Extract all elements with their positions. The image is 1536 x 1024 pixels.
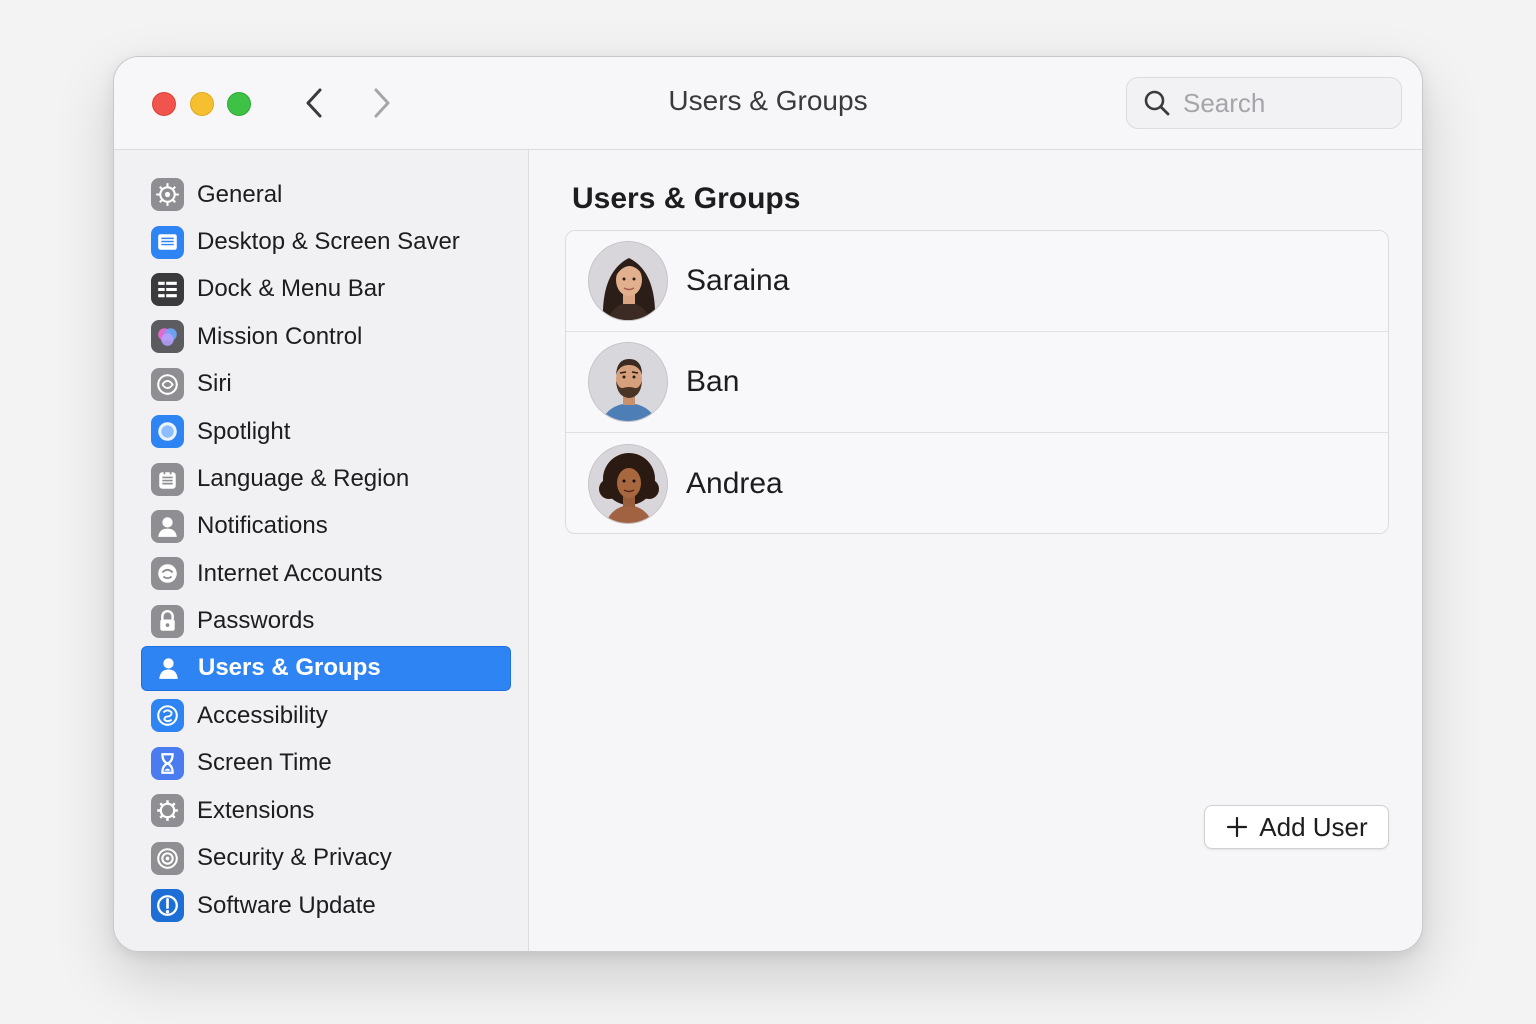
sidebar-item-label: Notifications bbox=[197, 512, 328, 540]
dock-icon bbox=[151, 272, 184, 306]
lock-icon bbox=[151, 604, 184, 638]
sidebar-item-software-update[interactable]: Software Update bbox=[141, 882, 511, 929]
plus-icon bbox=[1225, 815, 1249, 839]
notifications-icon bbox=[151, 509, 184, 543]
section-title: Users & Groups bbox=[572, 182, 801, 215]
sidebar-item-extensions[interactable]: Extensions bbox=[141, 787, 511, 834]
sidebar-item-label: Security & Privacy bbox=[197, 844, 392, 872]
sidebar-item-users-and-groups[interactable]: Users & Groups bbox=[141, 645, 511, 691]
sidebar-item-dock-and-menu-bar[interactable]: Dock & Menu Bar bbox=[141, 266, 511, 313]
sidebar-item-desktop-and-screen-saver[interactable]: Desktop & Screen Saver bbox=[141, 218, 511, 265]
sidebar-item-language-and-region[interactable]: Language & Region bbox=[141, 455, 511, 502]
avatar bbox=[588, 342, 668, 422]
gear-icon bbox=[151, 178, 184, 212]
sidebar-item-passwords[interactable]: Passwords bbox=[141, 598, 511, 645]
users-list: Saraina Ban Andrea bbox=[565, 230, 1389, 534]
sidebar-item-label: Language & Region bbox=[197, 465, 410, 493]
user-name: Saraina bbox=[686, 264, 790, 297]
settings-window: Users & Groups General Desktop & Screen S… bbox=[113, 56, 1423, 952]
shield-icon bbox=[151, 841, 184, 875]
avatar bbox=[588, 443, 668, 524]
language-icon bbox=[151, 462, 184, 496]
user-name: Ban bbox=[686, 365, 740, 398]
desktop-icon bbox=[151, 225, 184, 259]
user-row[interactable]: Andrea bbox=[566, 433, 1388, 533]
sidebar-item-label: General bbox=[197, 180, 283, 208]
avatar bbox=[588, 241, 668, 321]
sidebar-item-label: Desktop & Screen Saver bbox=[197, 228, 460, 256]
sidebar: General Desktop & Screen Saver Dock & Menu… bbox=[114, 150, 529, 951]
sidebar-item-label: Software Update bbox=[197, 891, 376, 919]
avatar-woman-curly-icon bbox=[589, 444, 667, 523]
avatar-woman-icon bbox=[589, 242, 667, 320]
sidebar-item-spotlight[interactable]: Spotlight bbox=[141, 408, 511, 455]
sidebar-item-siri[interactable]: Siri bbox=[141, 361, 511, 408]
main-content: Users & Groups Saraina Ban Andrea Add Us… bbox=[530, 150, 1422, 951]
search-input[interactable] bbox=[1183, 87, 1383, 119]
siri-icon bbox=[151, 367, 184, 401]
sidebar-item-label: Dock & Menu Bar bbox=[197, 275, 386, 303]
avatar-man-icon bbox=[589, 343, 667, 421]
sidebar-item-screen-time[interactable]: Screen Time bbox=[141, 740, 511, 787]
sidebar-item-label: Extensions bbox=[197, 796, 315, 824]
user-row[interactable]: Ban bbox=[566, 332, 1388, 433]
sidebar-item-internet-accounts[interactable]: Internet Accounts bbox=[141, 550, 511, 597]
user-name: Andrea bbox=[686, 466, 783, 500]
sidebar-item-label: Spotlight bbox=[197, 417, 291, 445]
internet-accounts-icon bbox=[151, 557, 184, 591]
search-icon bbox=[1143, 89, 1171, 117]
update-icon bbox=[151, 889, 184, 923]
sidebar-list: General Desktop & Screen Saver Dock & Menu… bbox=[141, 171, 511, 929]
mission-control-icon bbox=[151, 320, 184, 354]
add-user-button[interactable]: Add User bbox=[1204, 805, 1389, 849]
title-bar: Users & Groups bbox=[114, 57, 1422, 150]
sidebar-item-accessibility[interactable]: Accessibility bbox=[141, 692, 511, 739]
sidebar-item-label: Siri bbox=[197, 370, 232, 398]
sidebar-item-label: Passwords bbox=[197, 607, 315, 635]
spotlight-icon bbox=[151, 415, 184, 449]
sidebar-item-notifications[interactable]: Notifications bbox=[141, 503, 511, 550]
puzzle-gear-icon bbox=[151, 794, 184, 828]
user-icon bbox=[152, 652, 185, 685]
sidebar-item-general[interactable]: General bbox=[141, 171, 511, 218]
user-row[interactable]: Saraina bbox=[566, 231, 1388, 332]
add-user-label: Add User bbox=[1259, 811, 1368, 842]
sidebar-item-label: Screen Time bbox=[197, 749, 332, 777]
sidebar-item-mission-control[interactable]: Mission Control bbox=[141, 313, 511, 360]
sidebar-item-label: Accessibility bbox=[197, 701, 328, 729]
sidebar-item-label: Users & Groups bbox=[198, 654, 381, 682]
sidebar-item-security-and-privacy[interactable]: Security & Privacy bbox=[141, 834, 511, 881]
sidebar-item-label: Mission Control bbox=[197, 322, 363, 350]
sidebar-item-label: Internet Accounts bbox=[197, 559, 383, 587]
hourglass-icon bbox=[151, 746, 184, 780]
search-field[interactable] bbox=[1126, 77, 1402, 129]
accessibility-icon bbox=[151, 699, 184, 733]
